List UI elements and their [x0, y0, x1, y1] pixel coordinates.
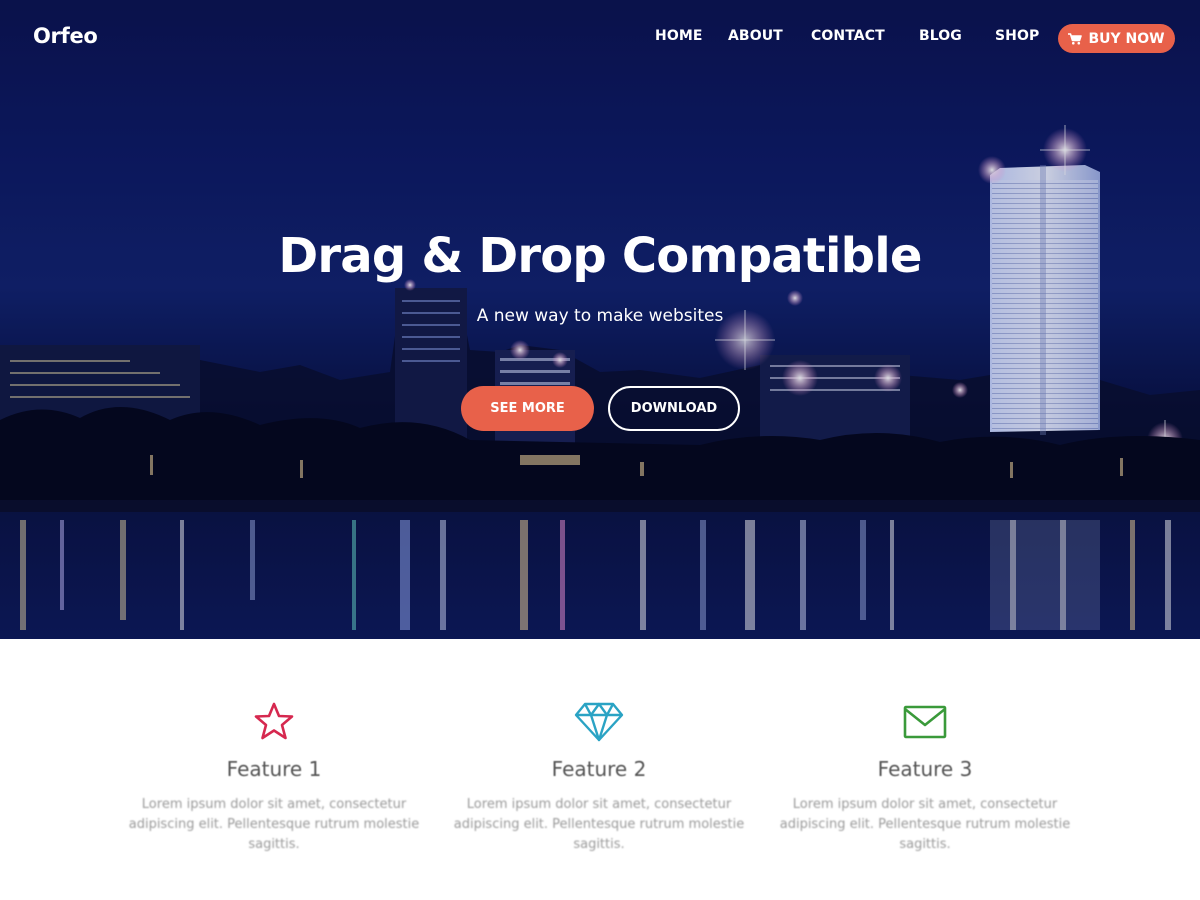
feature-title: Feature 1: [226, 757, 322, 781]
hero-section: Orfeo HOME ABOUT CONTACT BLOG SHOP BUY N…: [0, 0, 1200, 639]
download-button[interactable]: DOWNLOAD: [608, 386, 740, 431]
see-more-button[interactable]: SEE MORE: [461, 386, 594, 431]
nav-link-shop[interactable]: SHOP: [995, 28, 1039, 44]
feature-title: Feature 3: [877, 757, 973, 781]
feature-description: Lorem ipsum dolor sit amet, consectetur …: [128, 797, 420, 852]
feature-description: Lorem ipsum dolor sit amet, consectetur …: [779, 797, 1071, 852]
shopping-cart-icon: [1068, 32, 1083, 44]
hero-title: Drag & Drop Compatible: [278, 228, 922, 284]
diamond-icon: [574, 702, 624, 742]
hero-subtitle: A new way to make websites: [476, 306, 724, 326]
envelope-icon: [903, 705, 947, 739]
features-section: Feature 1 Lorem ipsum dolor sit amet, co…: [0, 639, 1200, 900]
buy-now-button[interactable]: BUY NOW: [1058, 24, 1175, 53]
buy-now-label: BUY NOW: [1088, 30, 1165, 47]
feature-description: Lorem ipsum dolor sit amet, consectetur …: [453, 797, 745, 852]
nav-link-home[interactable]: HOME: [655, 28, 703, 44]
nav-link-blog[interactable]: BLOG: [919, 28, 962, 44]
main-navigation: HOME ABOUT CONTACT BLOG SHOP: [0, 28, 1200, 50]
feature-title: Feature 2: [551, 757, 647, 781]
nav-link-about[interactable]: ABOUT: [728, 28, 783, 44]
star-icon: [254, 702, 294, 740]
nav-link-contact[interactable]: CONTACT: [811, 28, 885, 44]
